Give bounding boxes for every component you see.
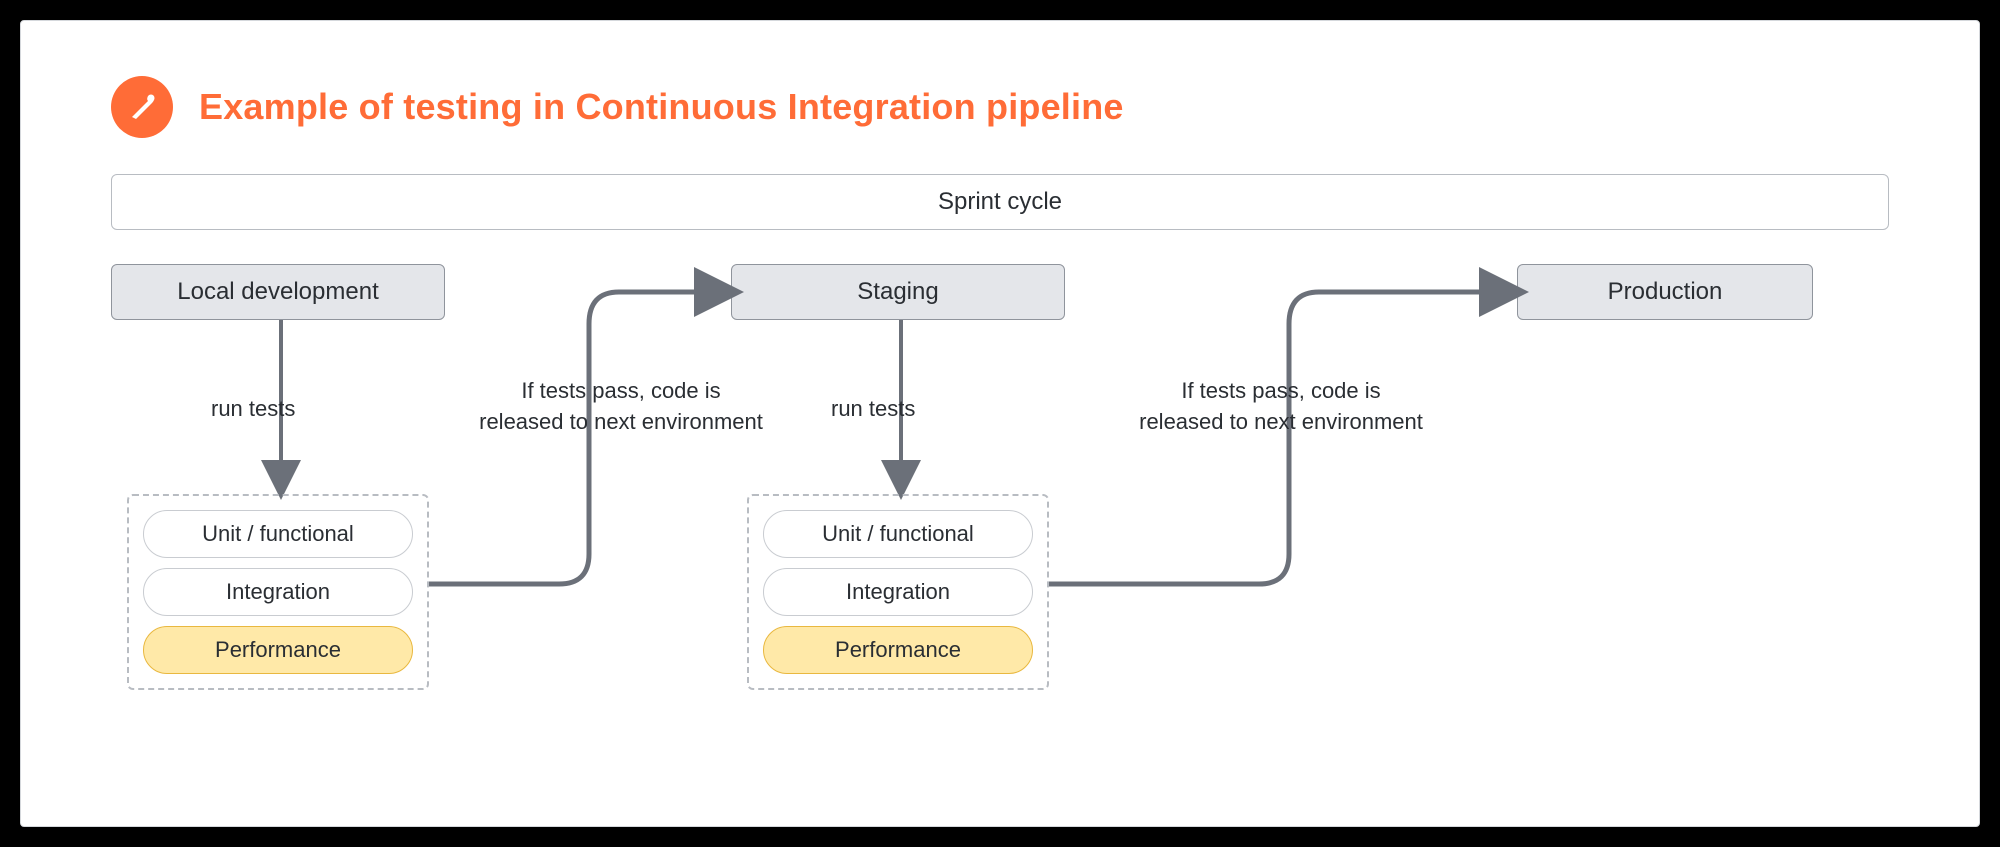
tests-pass-label: If tests pass, code isreleased to next e… xyxy=(461,376,781,438)
flow-area: Local development Staging Production xyxy=(111,264,1889,734)
sprint-cycle-bar: Sprint cycle xyxy=(111,174,1889,230)
test-pill-performance: Performance xyxy=(143,626,413,674)
diagram-card: Example of testing in Continuous Integra… xyxy=(20,20,1980,827)
run-tests-label: run tests xyxy=(831,394,915,425)
postman-icon xyxy=(111,76,173,138)
env-box-staging: Staging xyxy=(731,264,1065,320)
arrow-curve-icon xyxy=(429,264,739,614)
tests-group-local: Unit / functional Integration Performanc… xyxy=(127,494,429,690)
env-label-local: Local development xyxy=(177,278,378,306)
env-label-production: Production xyxy=(1608,278,1723,306)
diagram-title: Example of testing in Continuous Integra… xyxy=(199,86,1124,128)
test-pill-integration: Integration xyxy=(763,568,1033,616)
tests-pass-label: If tests pass, code isreleased to next e… xyxy=(1121,376,1441,438)
arrow-curve-icon xyxy=(1049,264,1519,614)
diagram-header: Example of testing in Continuous Integra… xyxy=(111,76,1889,138)
sprint-cycle-label: Sprint cycle xyxy=(938,188,1062,216)
test-pill-unit: Unit / functional xyxy=(763,510,1033,558)
run-tests-label: run tests xyxy=(211,394,295,425)
test-pill-performance: Performance xyxy=(763,626,1033,674)
test-pill-unit: Unit / functional xyxy=(143,510,413,558)
test-pill-integration: Integration xyxy=(143,568,413,616)
tests-group-staging: Unit / functional Integration Performanc… xyxy=(747,494,1049,690)
env-box-production: Production xyxy=(1517,264,1813,320)
env-box-local: Local development xyxy=(111,264,445,320)
env-label-staging: Staging xyxy=(857,278,938,306)
